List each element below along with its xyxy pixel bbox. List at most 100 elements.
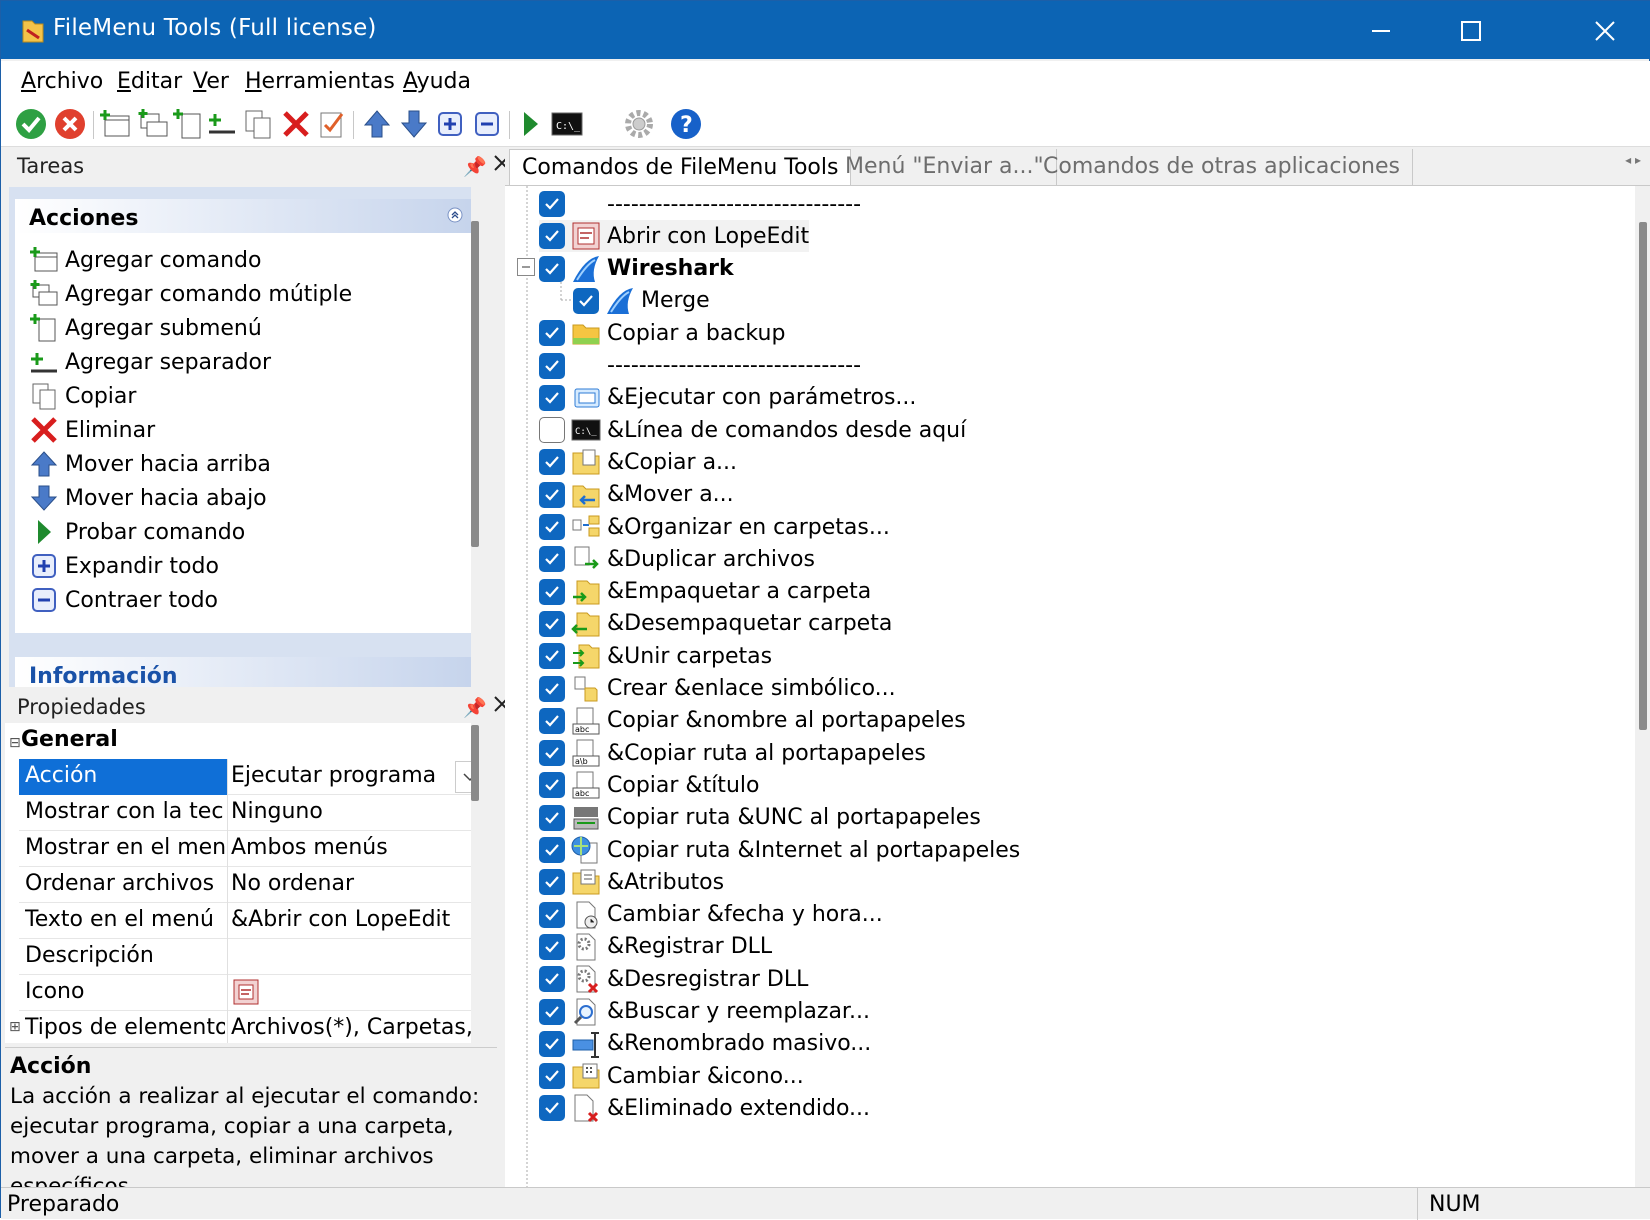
property-row-icon[interactable]: Icono — [19, 975, 487, 1011]
property-row-shortcut[interactable]: Mostrar con la tecla Ninguno — [19, 795, 487, 831]
checkbox-checked[interactable] — [573, 287, 599, 314]
cancel-button[interactable] — [53, 107, 87, 141]
command-item[interactable]: &Empaquetar a carpeta — [539, 576, 871, 608]
property-row-sort[interactable]: Ordenar archivos No ordenar — [19, 867, 487, 903]
command-item[interactable]: &Eliminado extendido... — [539, 1092, 870, 1124]
command-item[interactable]: &Renombrado masivo... — [539, 1028, 871, 1060]
checkbox-checked[interactable] — [539, 675, 565, 702]
tasks-pin-button[interactable]: 📌 — [463, 155, 487, 178]
checkbox-checked[interactable] — [539, 1030, 565, 1057]
add-command-button[interactable] — [98, 107, 132, 141]
checkbox-checked[interactable] — [539, 901, 565, 928]
checkbox-checked[interactable] — [539, 998, 565, 1025]
command-item[interactable]: &Desempaquetar carpeta — [539, 608, 892, 640]
command-item[interactable]: &Copiar a... — [539, 446, 737, 478]
menu-ayuda[interactable]: Ayuda — [403, 69, 471, 94]
checkbox-checked[interactable] — [539, 546, 565, 573]
action-test-command[interactable]: Probar comando — [29, 515, 245, 549]
add-submenu-button[interactable] — [171, 107, 205, 141]
command-item[interactable]: &Desregistrar DLL — [539, 963, 808, 995]
property-row-action[interactable]: Acción Ejecutar programa — [19, 759, 487, 795]
console-button[interactable]: C:\_ — [550, 107, 584, 141]
command-item[interactable]: &Ejecutar con parámetros... — [539, 382, 916, 414]
menu-ver[interactable]: Ver — [193, 69, 229, 94]
command-item[interactable]: Cambiar &icono... — [539, 1060, 804, 1092]
tasks-scroll-thumb[interactable] — [471, 221, 479, 547]
action-move-down[interactable]: Mover hacia abajo — [29, 481, 267, 515]
command-item[interactable]: &Buscar y reemplazar... — [539, 996, 870, 1028]
collapse-all-button[interactable] — [470, 107, 504, 141]
checkbox-checked[interactable] — [539, 643, 565, 670]
minimize-button[interactable] — [1351, 9, 1411, 53]
command-item[interactable]: Abrir con LopeEdit — [539, 220, 810, 253]
tab-send-to[interactable]: Menú "Enviar a..." — [833, 149, 1057, 185]
command-item[interactable]: Crear &enlace simbólico... — [539, 673, 896, 705]
action-add-submenu[interactable]: Agregar submenú — [29, 311, 262, 345]
checkbox-checked[interactable] — [539, 223, 565, 250]
command-item[interactable]: &Duplicar archivos — [539, 543, 815, 575]
checkbox-checked[interactable] — [539, 933, 565, 960]
action-add-separator[interactable]: Agregar separador — [29, 345, 271, 379]
action-add-multiple[interactable]: Agregar comando mútiple — [29, 277, 352, 311]
checkbox-checked[interactable] — [539, 740, 565, 767]
command-item[interactable]: C:\_ &Línea de comandos desde aquí — [539, 414, 966, 446]
checkbox-checked[interactable] — [539, 384, 565, 411]
command-item[interactable]: abc Copiar &nombre al portapapeles — [539, 705, 966, 737]
checkbox-checked[interactable] — [539, 610, 565, 637]
checkbox-checked[interactable] — [539, 352, 565, 379]
move-up-button[interactable] — [360, 107, 394, 141]
tasks-scrollbar[interactable] — [471, 187, 479, 687]
accept-button[interactable] — [14, 107, 48, 141]
action-add-command[interactable]: Agregar comando — [29, 243, 261, 277]
properties-pin-button[interactable]: 📌 — [463, 696, 487, 719]
check-list-button[interactable] — [315, 107, 349, 141]
expand-all-button[interactable] — [433, 107, 467, 141]
maximize-button[interactable] — [1441, 9, 1501, 53]
property-row-item-types[interactable]: Tipos de elementos Archivos(*), Carpetas,… — [19, 1011, 487, 1043]
info-group-header[interactable]: Información — [15, 657, 471, 687]
command-item[interactable]: Wireshark — [539, 253, 734, 285]
command-item[interactable]: a\b &Copiar ruta al portapapeles — [539, 737, 926, 769]
command-item[interactable]: -------------------------------- — [539, 188, 861, 220]
command-item[interactable]: &Registrar DLL — [539, 931, 772, 963]
checkbox-checked[interactable] — [539, 772, 565, 799]
tab-other-apps[interactable]: Comandos de otras aplicaciones — [1031, 149, 1413, 185]
action-delete[interactable]: Eliminar — [29, 413, 155, 447]
action-move-up[interactable]: Mover hacia arriba — [29, 447, 271, 481]
actions-group-header[interactable]: Acciones — [15, 199, 471, 233]
property-row-description[interactable]: Descripción — [19, 939, 487, 975]
checkbox-checked[interactable] — [539, 707, 565, 734]
checkbox-checked[interactable] — [539, 837, 565, 863]
command-item[interactable]: abc Copiar &título — [539, 769, 759, 801]
action-expand-all[interactable]: Expandir todo — [29, 549, 219, 583]
property-row-show-menu[interactable]: Mostrar en el menú Ambos menús — [19, 831, 487, 867]
copy-button[interactable] — [241, 107, 275, 141]
command-item[interactable]: Copiar ruta &Internet al portapapeles — [539, 834, 1020, 866]
add-separator-button[interactable] — [204, 107, 238, 141]
wireshark-collapse-toggle[interactable] — [517, 258, 535, 276]
command-item[interactable]: -------------------------------- — [539, 350, 861, 382]
checkbox-checked[interactable] — [539, 320, 565, 347]
checkbox-checked[interactable] — [539, 1095, 565, 1122]
commands-scrollbar[interactable] — [1635, 186, 1650, 1187]
command-item[interactable]: &Mover a... — [539, 479, 734, 511]
properties-scroll-thumb[interactable] — [471, 725, 479, 801]
checkbox-checked[interactable] — [539, 804, 565, 831]
checkbox-checked[interactable] — [539, 191, 565, 217]
run-button[interactable] — [513, 107, 547, 141]
command-item[interactable]: Merge — [573, 285, 710, 317]
checkbox-checked[interactable] — [539, 1063, 565, 1090]
menu-archivo[interactable]: Archivo — [21, 69, 103, 94]
property-row-menu-text[interactable]: Texto en el menú &Abrir con LopeEdit — [19, 903, 487, 939]
category-collapse-icon[interactable]: ⊟ — [9, 735, 21, 751]
checkbox-checked[interactable] — [539, 255, 565, 282]
command-item[interactable]: &Organizar en carpetas... — [539, 511, 890, 543]
checkbox-checked[interactable] — [539, 869, 565, 896]
tab-scroll-arrows-icon[interactable]: ◂ ▸ — [1625, 153, 1641, 167]
move-down-button[interactable] — [397, 107, 431, 141]
add-multiple-button[interactable] — [136, 107, 170, 141]
checkbox-checked[interactable] — [539, 449, 565, 476]
commands-scroll-thumb[interactable] — [1639, 222, 1647, 730]
command-item[interactable]: Copiar a backup — [539, 317, 785, 349]
properties-scrollbar[interactable] — [471, 723, 497, 1043]
